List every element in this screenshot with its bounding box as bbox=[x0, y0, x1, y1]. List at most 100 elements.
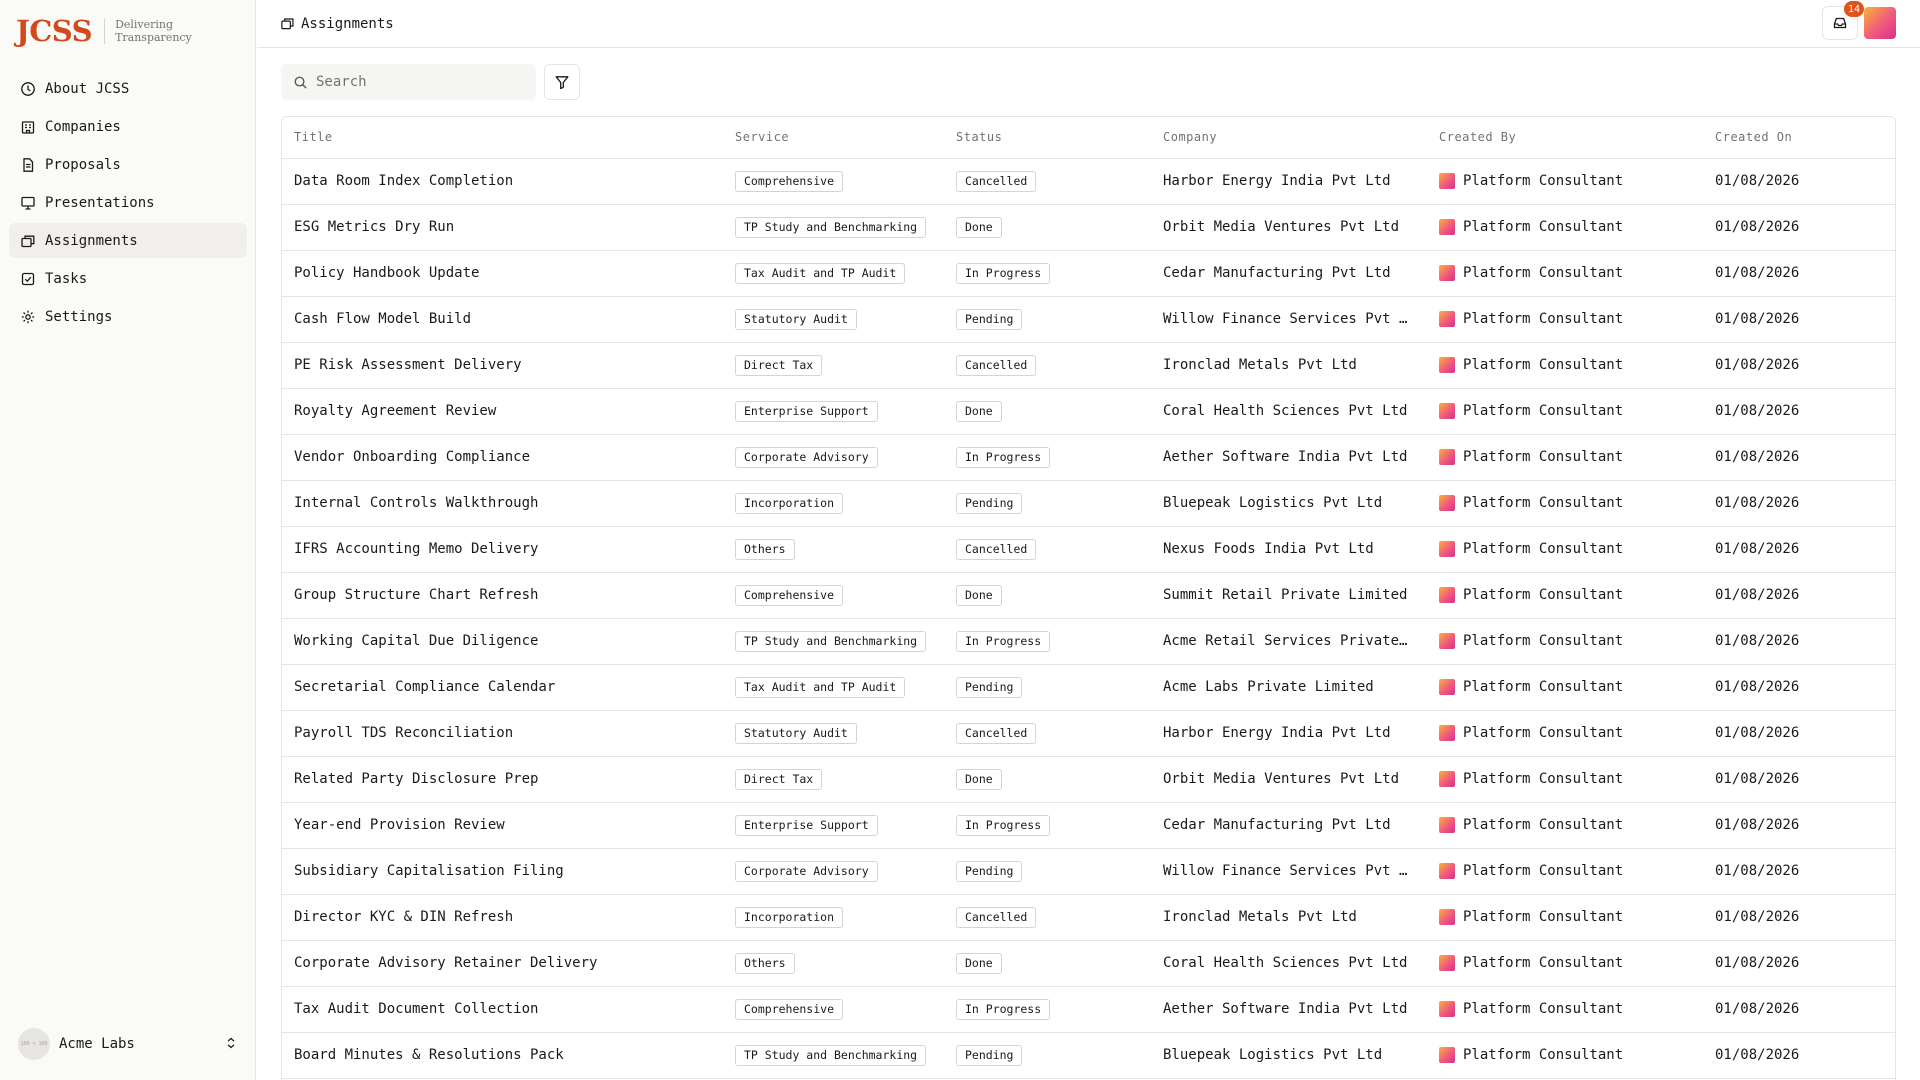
cell-created-by: Platform Consultant bbox=[1427, 894, 1703, 941]
table-row[interactable]: Internal Controls Walkthrough Incorporati… bbox=[282, 480, 1895, 527]
inbox-button[interactable]: 14 bbox=[1822, 1, 1864, 40]
table-row[interactable]: Board Minutes & Resolutions Pack TP Study… bbox=[282, 1032, 1895, 1079]
column-header-created-by[interactable]: Created By bbox=[1427, 117, 1703, 159]
table-row[interactable]: Working Capital Due Diligence TP Study an… bbox=[282, 618, 1895, 665]
cell-status: Pending bbox=[944, 480, 1151, 527]
info-icon bbox=[20, 81, 36, 97]
table-row[interactable]: Director KYC & DIN Refresh Incorporation C… bbox=[282, 894, 1895, 941]
column-header-service[interactable]: Service bbox=[723, 117, 944, 159]
table-body: Data Room Index Completion Comprehensive C… bbox=[282, 158, 1895, 1079]
sidebar-item-settings[interactable]: Settings bbox=[9, 299, 247, 334]
cell-company: Harbor Energy India Pvt Ltd bbox=[1151, 710, 1427, 757]
cell-title: Related Party Disclosure Prep bbox=[282, 756, 723, 803]
assignments-table: Title Service Status Company Created By … bbox=[281, 116, 1896, 1080]
search-box bbox=[281, 64, 536, 100]
status-badge: Pending bbox=[956, 676, 1023, 698]
table-row[interactable]: Vendor Onboarding Compliance Corporate Ad… bbox=[282, 434, 1895, 481]
cell-service: Direct Tax bbox=[723, 756, 944, 803]
cell-status: In Progress bbox=[944, 802, 1151, 849]
table-row[interactable]: Data Room Index Completion Comprehensive C… bbox=[282, 158, 1895, 205]
cell-created-on: 01/08/2026 bbox=[1703, 848, 1895, 895]
brand-tagline-line2: Transparency bbox=[115, 31, 192, 44]
table-row[interactable]: Tax Audit Document Collection Comprehensi… bbox=[282, 986, 1895, 1033]
creator: Platform Consultant bbox=[1439, 541, 1703, 557]
checkbox-icon bbox=[20, 271, 36, 287]
column-header-company[interactable]: Company bbox=[1151, 117, 1427, 159]
cell-status: In Progress bbox=[944, 434, 1151, 481]
sidebar-item-label: Settings bbox=[45, 308, 113, 325]
creator-name: Platform Consultant bbox=[1463, 1047, 1624, 1063]
brand-divider bbox=[104, 18, 106, 44]
table-row[interactable]: Subsidiary Capitalisation Filing Corporat… bbox=[282, 848, 1895, 895]
creator-name: Platform Consultant bbox=[1463, 633, 1624, 649]
table-row[interactable]: Group Structure Chart Refresh Comprehensi… bbox=[282, 572, 1895, 619]
avatar bbox=[1439, 403, 1455, 419]
table-row[interactable]: Secretarial Compliance Calendar Tax Audit… bbox=[282, 664, 1895, 711]
table-row[interactable]: Year-end Provision Review Enterprise Supp… bbox=[282, 802, 1895, 849]
sidebar-item-label: Assignments bbox=[45, 232, 138, 249]
creator-name: Platform Consultant bbox=[1463, 771, 1624, 787]
table-row[interactable]: Payroll TDS Reconciliation Statutory Audi… bbox=[282, 710, 1895, 757]
service-tag: Comprehensive bbox=[735, 584, 844, 606]
column-header-title[interactable]: Title bbox=[282, 117, 723, 159]
sidebar-item-about[interactable]: About JCSS bbox=[9, 71, 247, 106]
brand-logo[interactable]: JCSS bbox=[16, 14, 93, 48]
avatar bbox=[1439, 449, 1455, 465]
sidebar-item-presentations[interactable]: Presentations bbox=[9, 185, 247, 220]
sidebar-item-companies[interactable]: Companies bbox=[9, 109, 247, 144]
sidebar-item-tasks[interactable]: Tasks bbox=[9, 261, 247, 296]
creator: Platform Consultant bbox=[1439, 587, 1703, 603]
table-row[interactable]: PE Risk Assessment Delivery Direct Tax Can… bbox=[282, 342, 1895, 389]
search-input[interactable] bbox=[316, 74, 516, 90]
table-row[interactable]: Royalty Agreement Review Enterprise Suppo… bbox=[282, 388, 1895, 435]
avatar bbox=[1439, 587, 1455, 603]
cell-title: Vendor Onboarding Compliance bbox=[282, 434, 723, 481]
creator-name: Platform Consultant bbox=[1463, 955, 1624, 971]
user-avatar[interactable] bbox=[1864, 7, 1896, 39]
cell-status: Cancelled bbox=[944, 342, 1151, 389]
presentation-icon bbox=[20, 195, 36, 211]
sidebar-item-assignments[interactable]: Assignments bbox=[9, 223, 247, 258]
cell-service: Tax Audit and TP Audit bbox=[723, 250, 944, 297]
column-header-created-on[interactable]: Created On bbox=[1703, 117, 1895, 159]
filter-button[interactable] bbox=[544, 64, 580, 100]
status-badge: Cancelled bbox=[956, 906, 1037, 928]
cell-title: Year-end Provision Review bbox=[282, 802, 723, 849]
cell-service: Direct Tax bbox=[723, 342, 944, 389]
cell-service: Statutory Audit bbox=[723, 710, 944, 757]
table-row[interactable]: Related Party Disclosure Prep Direct Tax D… bbox=[282, 756, 1895, 803]
table-row[interactable]: ESG Metrics Dry Run TP Study and Benchmar… bbox=[282, 204, 1895, 251]
status-badge: In Progress bbox=[956, 998, 1051, 1020]
creator-name: Platform Consultant bbox=[1463, 311, 1624, 327]
cell-created-on: 01/08/2026 bbox=[1703, 664, 1895, 711]
cell-created-on: 01/08/2026 bbox=[1703, 296, 1895, 343]
table-row[interactable]: IFRS Accounting Memo Delivery Others Cance… bbox=[282, 526, 1895, 573]
cell-status: Pending bbox=[944, 1032, 1151, 1079]
cell-created-on: 01/08/2026 bbox=[1703, 250, 1895, 297]
stack-icon bbox=[281, 18, 294, 30]
cell-created-by: Platform Consultant bbox=[1427, 204, 1703, 251]
creator: Platform Consultant bbox=[1439, 449, 1703, 465]
service-tag: Others bbox=[735, 538, 795, 560]
cell-created-on: 01/08/2026 bbox=[1703, 434, 1895, 481]
cell-created-by: Platform Consultant bbox=[1427, 296, 1703, 343]
cell-title: Group Structure Chart Refresh bbox=[282, 572, 723, 619]
table-row[interactable]: Policy Handbook Update Tax Audit and TP A… bbox=[282, 250, 1895, 297]
brand[interactable]: JCSS Delivering Transparency bbox=[16, 14, 192, 48]
sidebar-item-proposals[interactable]: Proposals bbox=[9, 147, 247, 182]
creator: Platform Consultant bbox=[1439, 771, 1703, 787]
cell-service: Comprehensive bbox=[723, 986, 944, 1033]
cell-company: Ironclad Metals Pvt Ltd bbox=[1151, 342, 1427, 389]
status-badge: Pending bbox=[956, 492, 1023, 514]
table-row[interactable]: Corporate Advisory Retainer Delivery Othe… bbox=[282, 940, 1895, 987]
cell-title: Data Room Index Completion bbox=[282, 158, 723, 205]
column-header-status[interactable]: Status bbox=[944, 117, 1151, 159]
creator-name: Platform Consultant bbox=[1463, 909, 1624, 925]
service-tag: Direct Tax bbox=[735, 354, 823, 376]
creator-name: Platform Consultant bbox=[1463, 495, 1624, 511]
cell-title: Corporate Advisory Retainer Delivery bbox=[282, 940, 723, 987]
cell-service: Comprehensive bbox=[723, 572, 944, 619]
table-row[interactable]: Cash Flow Model Build Statutory Audit Pend… bbox=[282, 296, 1895, 343]
creator: Platform Consultant bbox=[1439, 863, 1703, 879]
org-switcher[interactable]: 100 × 100 Acme Labs bbox=[18, 1027, 238, 1061]
